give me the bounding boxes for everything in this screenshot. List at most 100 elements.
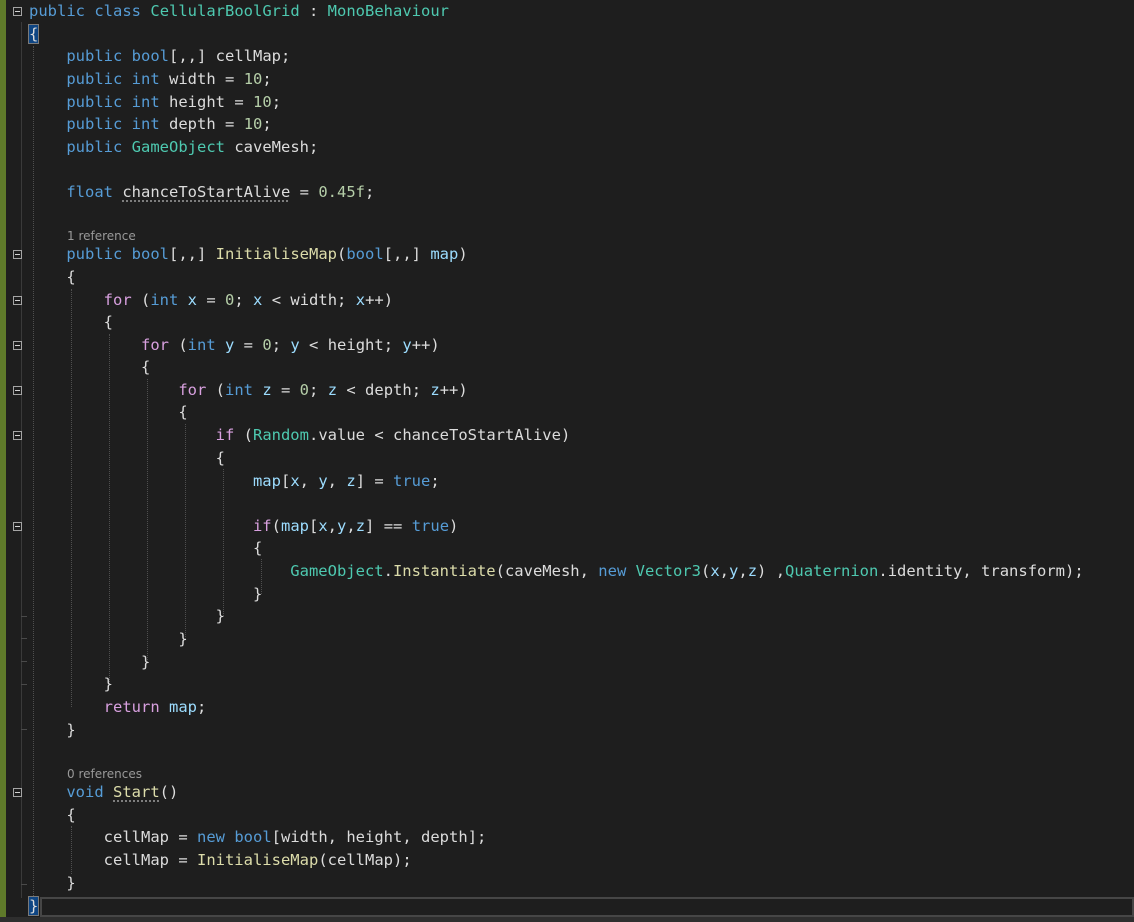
- punctuation: [,,]: [169, 245, 207, 263]
- punctuation: [,,]: [169, 47, 207, 65]
- code-line[interactable]: }: [0, 872, 1134, 894]
- keyword: int: [224, 381, 253, 399]
- brace: }: [66, 721, 76, 739]
- code-line[interactable]: {: [0, 23, 1134, 45]
- keyword: bool: [131, 245, 169, 263]
- keyword: int: [131, 93, 160, 111]
- keyword: public: [66, 70, 123, 88]
- control-keyword: if: [215, 426, 235, 444]
- code-line[interactable]: cellMap = new bool[width, height, depth]…: [0, 826, 1134, 848]
- number: 10: [253, 93, 272, 111]
- identifier: cellMap: [103, 851, 169, 869]
- parameter: map: [252, 472, 281, 490]
- property: transform: [981, 562, 1066, 580]
- identifier: depth: [365, 381, 412, 399]
- variable: z: [327, 381, 338, 399]
- code-line[interactable]: if (Random.value < chanceToStartAlive): [0, 424, 1134, 446]
- code-line[interactable]: public int width = 10;: [0, 68, 1134, 90]
- variable: z: [262, 381, 272, 399]
- identifier: cellMap: [327, 851, 393, 869]
- control-keyword: for: [178, 381, 207, 399]
- brace: }: [140, 653, 151, 671]
- identifier: width: [281, 828, 328, 846]
- property: identity: [887, 562, 963, 580]
- parameter: map: [169, 698, 197, 716]
- number: 10: [243, 70, 263, 88]
- code-line[interactable]: float chanceToStartAlive = 0.45f;: [0, 181, 1134, 203]
- codelens-references[interactable]: 0 references: [67, 766, 142, 782]
- code-line[interactable]: map[x, y, z] = true;: [0, 470, 1134, 492]
- keyword: public: [66, 93, 123, 111]
- keyword: bool: [234, 828, 272, 846]
- code-editor[interactable]: public class CellularBoolGrid : MonoBeha…: [0, 0, 1134, 922]
- brace: }: [252, 585, 263, 603]
- code-line[interactable]: for (int z = 0; z < depth; z++): [0, 379, 1134, 401]
- variable: x: [187, 291, 198, 309]
- code-line[interactable]: {: [0, 266, 1134, 288]
- identifier: cellMap: [215, 47, 281, 65]
- keyword: void: [66, 783, 104, 801]
- identifier-suggestion[interactable]: chanceToStartAlive: [122, 183, 290, 201]
- brace: }: [178, 630, 188, 648]
- keyword: bool: [346, 245, 384, 263]
- keyword: int: [150, 291, 179, 309]
- code-line[interactable]: }: [0, 719, 1134, 741]
- control-keyword: if: [252, 517, 272, 535]
- code-line[interactable]: for (int y = 0; y < height; y++): [0, 334, 1134, 356]
- highlighted-brace: }: [27, 896, 40, 916]
- variable: z: [747, 562, 758, 580]
- code-line[interactable]: }: [0, 895, 1134, 917]
- brace: }: [103, 675, 113, 693]
- number: 0: [262, 336, 272, 354]
- keyword: bool: [131, 47, 169, 65]
- brace: }: [215, 607, 225, 625]
- code-line[interactable]: {: [0, 447, 1134, 469]
- code-line[interactable]: public GameObject caveMesh;: [0, 136, 1134, 158]
- code-line[interactable]: }: [0, 651, 1134, 673]
- control-keyword: for: [103, 291, 132, 309]
- code-line[interactable]: {: [0, 537, 1134, 559]
- code-line[interactable]: return map;: [0, 696, 1134, 718]
- punctuation: [,,]: [383, 245, 421, 263]
- code-line[interactable]: public int depth = 10;: [0, 113, 1134, 135]
- code-line[interactable]: {: [0, 804, 1134, 826]
- code-line[interactable]: {: [0, 311, 1134, 333]
- variable: x: [290, 472, 300, 490]
- code-line[interactable]: cellMap = InitialiseMap(cellMap);: [0, 849, 1134, 871]
- type-name: GameObject: [131, 138, 225, 156]
- code-line[interactable]: public class CellularBoolGrid : MonoBeha…: [0, 0, 1134, 22]
- code-line[interactable]: }: [0, 628, 1134, 650]
- property: value: [318, 426, 365, 444]
- code-line[interactable]: public bool[,,] cellMap;: [0, 45, 1134, 67]
- keyword: true: [393, 472, 431, 490]
- keyword: int: [187, 336, 216, 354]
- brace: {: [252, 539, 263, 557]
- identifier: caveMesh: [504, 562, 580, 580]
- horizontal-scrollbar[interactable]: [0, 917, 1134, 922]
- method-name: Instantiate: [392, 562, 496, 580]
- code-line[interactable]: }: [0, 673, 1134, 695]
- keyword: true: [411, 517, 450, 535]
- keyword: public: [66, 138, 123, 156]
- code-line[interactable]: if(map[x,y,z] == true): [0, 515, 1134, 537]
- code-line[interactable]: for (int x = 0; x < width; x++): [0, 289, 1134, 311]
- identifier: height: [346, 828, 403, 846]
- code-line[interactable]: public int height = 10;: [0, 91, 1134, 113]
- variable: x: [253, 291, 263, 309]
- code-line[interactable]: {: [0, 401, 1134, 423]
- parameter: map: [430, 245, 459, 263]
- code-line[interactable]: }: [0, 583, 1134, 605]
- code-line[interactable]: GameObject.Instantiate(caveMesh, new Vec…: [0, 560, 1134, 582]
- code-line[interactable]: void Start(): [0, 781, 1134, 803]
- punctuation: :: [299, 2, 328, 20]
- identifier: height: [169, 93, 226, 111]
- code-line[interactable]: {: [0, 356, 1134, 378]
- keyword: int: [131, 70, 160, 88]
- code-line[interactable]: }: [0, 605, 1134, 627]
- variable: y: [337, 517, 347, 535]
- brace: {: [66, 806, 76, 824]
- identifier: width: [169, 70, 216, 88]
- method-name[interactable]: Start: [113, 783, 160, 801]
- codelens-references[interactable]: 1 reference: [67, 228, 136, 244]
- code-line[interactable]: public bool[,,] InitialiseMap(bool[,,] m…: [0, 243, 1134, 265]
